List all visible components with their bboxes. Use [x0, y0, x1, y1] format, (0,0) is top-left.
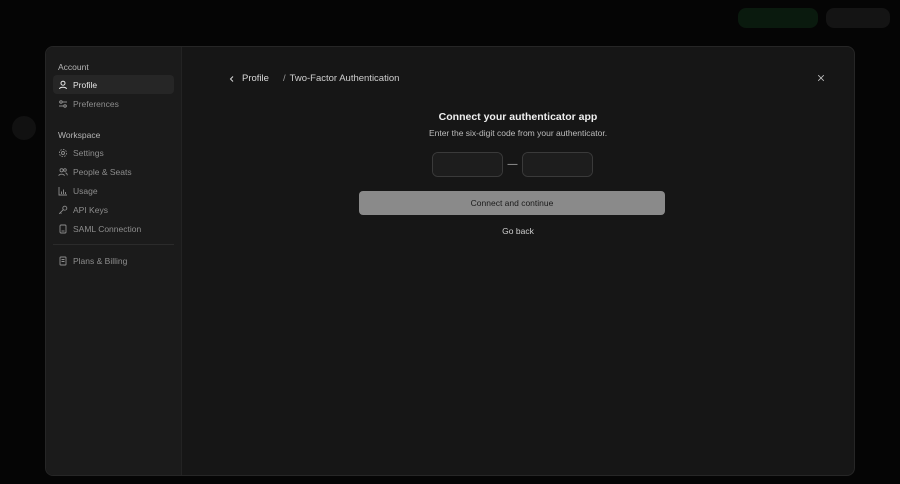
background-pill	[826, 8, 890, 28]
go-back-button[interactable]: Go back	[182, 226, 854, 236]
dialog-subtitle: Enter the six-digit code from your authe…	[428, 128, 608, 138]
people-icon	[58, 167, 68, 177]
sidebar-item-usage[interactable]: Usage	[53, 181, 174, 200]
sidebar-item-profile[interactable]: Profile	[53, 75, 174, 94]
section-label-workspace: Workspace	[58, 130, 101, 140]
breadcrumb: Profile / Two-Factor Authentication	[228, 73, 399, 84]
sidebar-item-label: SAML Connection	[73, 223, 142, 234]
breadcrumb-separator: /	[282, 73, 286, 84]
code-separator: —	[507, 159, 518, 170]
background-pill	[738, 8, 818, 28]
sidebar-item-settings[interactable]: Settings	[53, 143, 174, 162]
sliders-icon	[58, 99, 68, 109]
bar-chart-icon	[58, 186, 68, 196]
sidebar-divider	[53, 244, 174, 245]
sidebar-item-label: Plans & Billing	[73, 255, 128, 266]
breadcrumb-current: Two-Factor Authentication	[289, 73, 400, 84]
code-digit-input[interactable]	[523, 153, 592, 176]
code-group-second	[522, 152, 593, 177]
sidebar-item-label: People & Seats	[73, 166, 132, 177]
sidebar-item-saml-connection[interactable]: SAML Connection	[53, 219, 174, 238]
sidebar-item-label: Preferences	[73, 98, 119, 109]
user-icon	[58, 80, 68, 90]
section-label-account: Account	[58, 62, 89, 72]
main-panel: Profile / Two-Factor Authentication Conn…	[182, 47, 854, 475]
sidebar-item-people-seats[interactable]: People & Seats	[53, 162, 174, 181]
sidebar-item-label: Settings	[73, 147, 104, 158]
connect-and-continue-button[interactable]: Connect and continue	[359, 191, 665, 215]
sidebar-item-label: Usage	[73, 185, 98, 196]
code-digit-input[interactable]	[433, 153, 502, 176]
code-group-first	[432, 152, 503, 177]
key-icon	[58, 205, 68, 215]
sidebar-item-plans-billing[interactable]: Plans & Billing	[53, 251, 174, 270]
settings-sidebar: Account Profile Preferences Workspace Se…	[46, 47, 182, 475]
receipt-icon	[58, 256, 68, 266]
dialog-header: Connect your authenticator app Enter the…	[182, 111, 854, 138]
close-icon	[817, 74, 825, 82]
gear-icon	[58, 148, 68, 158]
breadcrumb-parent-link[interactable]: Profile	[242, 73, 269, 84]
sidebar-item-api-keys[interactable]: API Keys	[53, 200, 174, 219]
settings-modal: Account Profile Preferences Workspace Se…	[45, 46, 855, 476]
saml-icon	[58, 224, 68, 234]
sidebar-item-preferences[interactable]: Preferences	[53, 94, 174, 113]
code-input-row: —	[432, 152, 593, 177]
sidebar-item-label: API Keys	[73, 204, 108, 215]
close-button[interactable]	[816, 73, 826, 83]
dialog-title: Connect your authenticator app	[438, 111, 598, 123]
background-avatar	[12, 116, 36, 140]
chevron-left-icon[interactable]	[228, 75, 236, 83]
sidebar-item-label: Profile	[73, 79, 98, 90]
